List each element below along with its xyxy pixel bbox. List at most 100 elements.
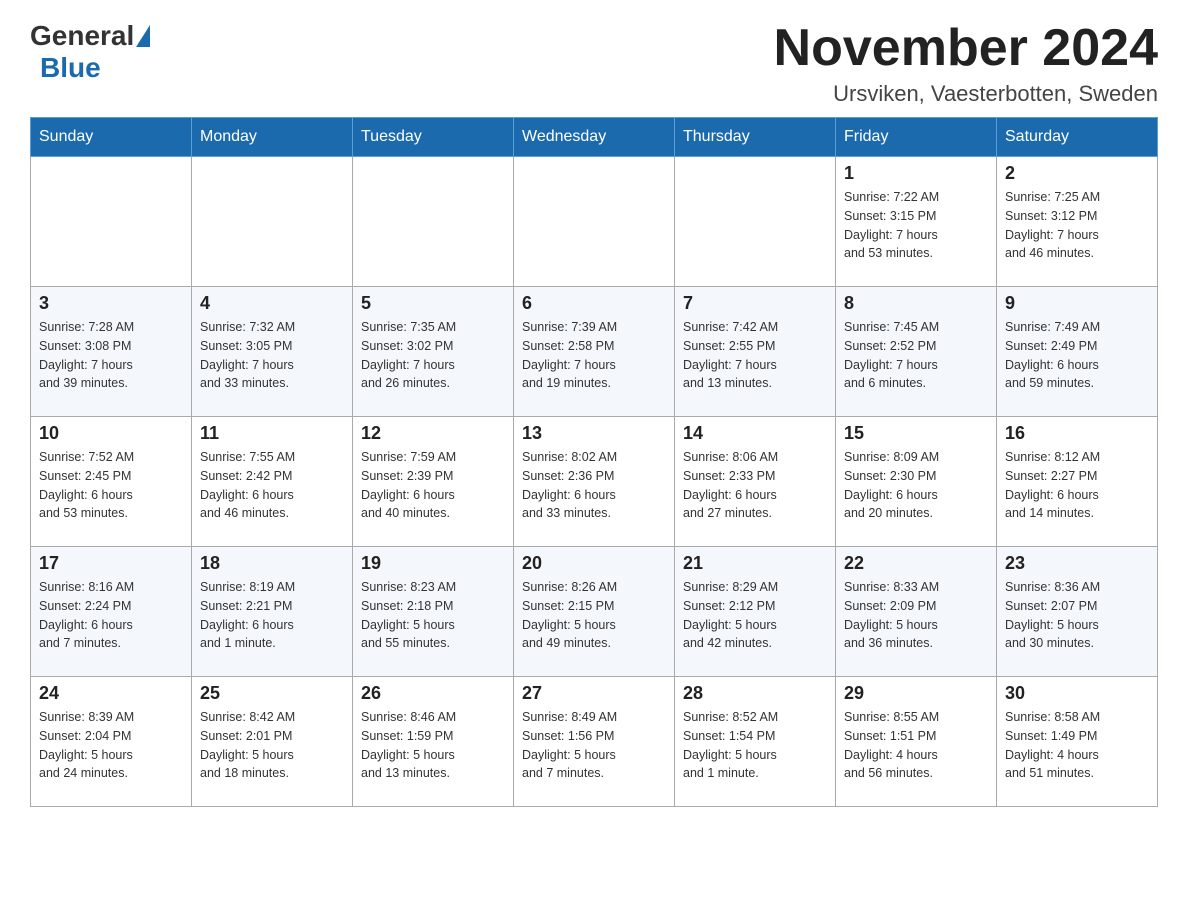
calendar-week-row: 24Sunrise: 8:39 AM Sunset: 2:04 PM Dayli…	[31, 677, 1158, 807]
calendar-cell: 25 Sunrise: 8:42 AM Sunset: 2:01 PM Dayli…	[192, 677, 353, 807]
calendar-cell	[675, 157, 836, 287]
calendar-cell: 13 Sunrise: 8:02 AM Sunset: 2:36 PM Dayli…	[514, 417, 675, 547]
day-number: 22	[844, 553, 988, 574]
day-number: 15	[844, 423, 988, 444]
logo-blue-text: Blue	[40, 52, 101, 84]
calendar-cell: 22 Sunrise: 8:33 AM Sunset: 2:09 PM Dayli…	[836, 547, 997, 677]
day-of-week-header: Saturday	[997, 118, 1158, 157]
calendar-week-row: 17 Sunrise: 8:16 AM Sunset: 2:24 PM Dayli…	[31, 547, 1158, 677]
day-number: 4	[200, 293, 344, 314]
calendar-cell: 11Sunrise: 7:55 AM Sunset: 2:42 PM Dayli…	[192, 417, 353, 547]
logo-triangle-icon	[136, 25, 150, 47]
day-info: Sunrise: 8:09 AM Sunset: 2:30 PM Dayligh…	[844, 448, 988, 523]
day-info: Sunrise: 7:39 AM Sunset: 2:58 PM Dayligh…	[522, 318, 666, 393]
day-info: Sunrise: 8:23 AM Sunset: 2:18 PM Dayligh…	[361, 578, 505, 653]
day-info: Sunrise: 8:49 AM Sunset: 1:56 PM Dayligh…	[522, 708, 666, 783]
day-number: 25	[200, 683, 344, 704]
day-info: Sunrise: 7:42 AM Sunset: 2:55 PM Dayligh…	[683, 318, 827, 393]
calendar-cell: 3 Sunrise: 7:28 AM Sunset: 3:08 PM Daylig…	[31, 287, 192, 417]
day-number: 23	[1005, 553, 1149, 574]
calendar-cell: 8 Sunrise: 7:45 AM Sunset: 2:52 PM Daylig…	[836, 287, 997, 417]
day-number: 28	[683, 683, 827, 704]
calendar-cell: 6 Sunrise: 7:39 AM Sunset: 2:58 PM Daylig…	[514, 287, 675, 417]
calendar-cell: 24Sunrise: 8:39 AM Sunset: 2:04 PM Dayli…	[31, 677, 192, 807]
calendar-cell: 23 Sunrise: 8:36 AM Sunset: 2:07 PM Dayli…	[997, 547, 1158, 677]
day-number: 21	[683, 553, 827, 574]
calendar-cell	[192, 157, 353, 287]
day-number: 1	[844, 163, 988, 184]
day-number: 13	[522, 423, 666, 444]
day-of-week-header: Wednesday	[514, 118, 675, 157]
calendar-week-row: 10Sunrise: 7:52 AM Sunset: 2:45 PM Dayli…	[31, 417, 1158, 547]
calendar-cell	[353, 157, 514, 287]
day-of-week-header: Friday	[836, 118, 997, 157]
calendar-table: SundayMondayTuesdayWednesdayThursdayFrid…	[30, 117, 1158, 807]
day-info: Sunrise: 7:32 AM Sunset: 3:05 PM Dayligh…	[200, 318, 344, 393]
calendar-cell: 2Sunrise: 7:25 AM Sunset: 3:12 PM Daylig…	[997, 157, 1158, 287]
day-number: 20	[522, 553, 666, 574]
day-info: Sunrise: 7:22 AM Sunset: 3:15 PM Dayligh…	[844, 188, 988, 263]
day-info: Sunrise: 8:16 AM Sunset: 2:24 PM Dayligh…	[39, 578, 183, 653]
day-info: Sunrise: 8:29 AM Sunset: 2:12 PM Dayligh…	[683, 578, 827, 653]
day-number: 5	[361, 293, 505, 314]
day-number: 8	[844, 293, 988, 314]
day-info: Sunrise: 7:45 AM Sunset: 2:52 PM Dayligh…	[844, 318, 988, 393]
day-number: 27	[522, 683, 666, 704]
logo: General Blue	[30, 20, 150, 84]
title-section: November 2024 Ursviken, Vaesterbotten, S…	[774, 20, 1158, 107]
day-info: Sunrise: 7:59 AM Sunset: 2:39 PM Dayligh…	[361, 448, 505, 523]
day-info: Sunrise: 8:58 AM Sunset: 1:49 PM Dayligh…	[1005, 708, 1149, 783]
calendar-cell: 1 Sunrise: 7:22 AM Sunset: 3:15 PM Daylig…	[836, 157, 997, 287]
day-info: Sunrise: 8:06 AM Sunset: 2:33 PM Dayligh…	[683, 448, 827, 523]
day-number: 3	[39, 293, 183, 314]
calendar-header: SundayMondayTuesdayWednesdayThursdayFrid…	[31, 118, 1158, 157]
calendar-week-row: 3 Sunrise: 7:28 AM Sunset: 3:08 PM Daylig…	[31, 287, 1158, 417]
calendar-cell: 26 Sunrise: 8:46 AM Sunset: 1:59 PM Dayli…	[353, 677, 514, 807]
day-info: Sunrise: 8:42 AM Sunset: 2:01 PM Dayligh…	[200, 708, 344, 783]
day-number: 7	[683, 293, 827, 314]
calendar-cell: 14 Sunrise: 8:06 AM Sunset: 2:33 PM Dayli…	[675, 417, 836, 547]
day-number: 18	[200, 553, 344, 574]
calendar-cell: 9Sunrise: 7:49 AM Sunset: 2:49 PM Daylig…	[997, 287, 1158, 417]
calendar-cell: 30 Sunrise: 8:58 AM Sunset: 1:49 PM Dayli…	[997, 677, 1158, 807]
day-number: 30	[1005, 683, 1149, 704]
day-number: 24	[39, 683, 183, 704]
day-of-week-header: Sunday	[31, 118, 192, 157]
day-info: Sunrise: 8:33 AM Sunset: 2:09 PM Dayligh…	[844, 578, 988, 653]
day-number: 19	[361, 553, 505, 574]
calendar-cell	[514, 157, 675, 287]
logo-general-text: General	[30, 20, 134, 52]
day-info: Sunrise: 7:55 AM Sunset: 2:42 PM Dayligh…	[200, 448, 344, 523]
day-number: 2	[1005, 163, 1149, 184]
day-number: 14	[683, 423, 827, 444]
day-info: Sunrise: 7:35 AM Sunset: 3:02 PM Dayligh…	[361, 318, 505, 393]
day-info: Sunrise: 8:36 AM Sunset: 2:07 PM Dayligh…	[1005, 578, 1149, 653]
calendar-cell: 20 Sunrise: 8:26 AM Sunset: 2:15 PM Dayli…	[514, 547, 675, 677]
day-info: Sunrise: 8:52 AM Sunset: 1:54 PM Dayligh…	[683, 708, 827, 783]
day-info: Sunrise: 8:19 AM Sunset: 2:21 PM Dayligh…	[200, 578, 344, 653]
calendar-cell: 4 Sunrise: 7:32 AM Sunset: 3:05 PM Daylig…	[192, 287, 353, 417]
page-header: General Blue November 2024 Ursviken, Vae…	[30, 20, 1158, 107]
calendar-cell: 29 Sunrise: 8:55 AM Sunset: 1:51 PM Dayli…	[836, 677, 997, 807]
day-info: Sunrise: 7:28 AM Sunset: 3:08 PM Dayligh…	[39, 318, 183, 393]
day-number: 26	[361, 683, 505, 704]
day-info: Sunrise: 8:02 AM Sunset: 2:36 PM Dayligh…	[522, 448, 666, 523]
day-number: 6	[522, 293, 666, 314]
calendar-cell: 15 Sunrise: 8:09 AM Sunset: 2:30 PM Dayli…	[836, 417, 997, 547]
day-info: Sunrise: 8:55 AM Sunset: 1:51 PM Dayligh…	[844, 708, 988, 783]
day-info: Sunrise: 8:26 AM Sunset: 2:15 PM Dayligh…	[522, 578, 666, 653]
calendar-cell: 21 Sunrise: 8:29 AM Sunset: 2:12 PM Dayli…	[675, 547, 836, 677]
calendar-week-row: 1 Sunrise: 7:22 AM Sunset: 3:15 PM Daylig…	[31, 157, 1158, 287]
day-of-week-header: Tuesday	[353, 118, 514, 157]
day-number: 29	[844, 683, 988, 704]
calendar-cell: 10Sunrise: 7:52 AM Sunset: 2:45 PM Dayli…	[31, 417, 192, 547]
day-of-week-header: Monday	[192, 118, 353, 157]
calendar-cell: 7 Sunrise: 7:42 AM Sunset: 2:55 PM Daylig…	[675, 287, 836, 417]
day-info: Sunrise: 7:49 AM Sunset: 2:49 PM Dayligh…	[1005, 318, 1149, 393]
calendar-cell: 16Sunrise: 8:12 AM Sunset: 2:27 PM Dayli…	[997, 417, 1158, 547]
day-of-week-header: Thursday	[675, 118, 836, 157]
day-info: Sunrise: 8:46 AM Sunset: 1:59 PM Dayligh…	[361, 708, 505, 783]
day-number: 16	[1005, 423, 1149, 444]
calendar-cell	[31, 157, 192, 287]
day-number: 17	[39, 553, 183, 574]
